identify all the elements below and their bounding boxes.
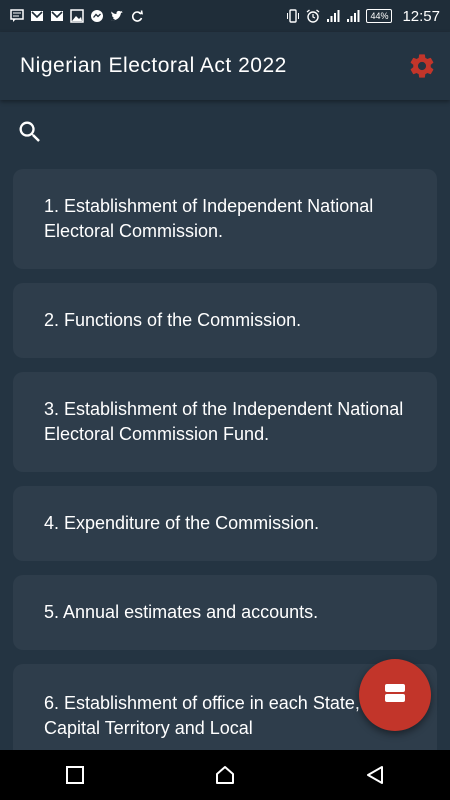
battery-indicator: 44% — [366, 9, 393, 23]
search-icon[interactable] — [16, 118, 44, 146]
message-icon — [10, 9, 24, 23]
view-toggle-button[interactable] — [359, 659, 431, 731]
sync-icon — [130, 9, 144, 23]
list-item-label: 3. Establishment of the Independent Nati… — [44, 399, 404, 444]
twitter-icon — [110, 9, 124, 23]
recents-icon[interactable] — [61, 761, 89, 789]
list-item-label: 1. Establishment of Independent National… — [44, 196, 374, 241]
status-time: 12:57 — [402, 7, 440, 25]
alarm-icon — [306, 9, 320, 23]
list-item-label: 4. Expenditure of the Commission. — [44, 513, 320, 533]
app-bar: Nigerian Electoral Act 2022 — [0, 32, 450, 100]
list-item[interactable]: 1. Establishment of Independent National… — [13, 169, 437, 269]
list-item[interactable]: 3. Establishment of the Independent Nati… — [13, 372, 437, 472]
page-title: Nigerian Electoral Act 2022 — [20, 54, 287, 77]
messenger-icon — [90, 9, 104, 23]
view-agenda-icon — [383, 681, 407, 710]
status-bar-left — [10, 9, 144, 23]
status-bar: 44% 12:57 — [0, 0, 450, 32]
status-bar-right: 44% 12:57 — [286, 8, 440, 25]
gmail-icon — [30, 9, 44, 23]
home-icon[interactable] — [211, 761, 239, 789]
gear-icon[interactable] — [408, 52, 436, 80]
list-item[interactable]: 2. Functions of the Commission. — [13, 283, 437, 358]
gmail-icon — [50, 9, 64, 23]
list-item[interactable]: 5. Annual estimates and accounts. — [13, 575, 437, 650]
system-nav-bar — [0, 750, 450, 800]
signal-icon — [326, 9, 340, 23]
list-item[interactable]: 4. Expenditure of the Commission. — [13, 486, 437, 561]
signal-icon — [346, 9, 360, 23]
image-icon — [70, 9, 84, 23]
back-icon[interactable] — [361, 761, 389, 789]
list-item-label: 5. Annual estimates and accounts. — [44, 602, 319, 622]
list-item-label: 2. Functions of the Commission. — [44, 310, 302, 330]
vibrate-icon — [286, 9, 300, 23]
